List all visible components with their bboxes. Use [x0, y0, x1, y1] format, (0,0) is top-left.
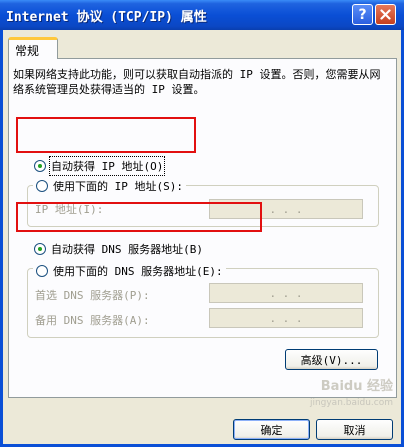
description-text: 如果网络支持此功能，则可以获取自动指派的 IP 设置。否则，您需要从网络系统管理…: [13, 68, 381, 96]
help-button[interactable]: ?: [352, 4, 373, 25]
preferred-dns-field[interactable]: . . .: [209, 283, 363, 303]
radio-ip-manual-indicator: [36, 180, 48, 192]
radio-dns-auto-indicator: [34, 243, 46, 255]
close-icon: [380, 9, 391, 20]
help-icon: ?: [358, 6, 367, 23]
preferred-dns-label: 首选 DNS 服务器(P):: [35, 289, 150, 302]
advanced-button-label: 高级(V)...: [300, 353, 363, 367]
radio-dns-auto-label: 自动获得 DNS 服务器地址(B): [51, 243, 203, 256]
tab-general-label: 常规: [15, 44, 40, 58]
dialog-body: 常规 如果网络支持此功能，则可以获取自动指派的 IP 设置。否则，您需要从网络系…: [0, 30, 404, 447]
radio-dns-manual-label: 使用下面的 DNS 服务器地址(E):: [53, 265, 223, 278]
radio-dns-manual-indicator: [36, 265, 48, 277]
close-button[interactable]: [375, 4, 396, 25]
radio-ip-auto[interactable]: 自动获得 IP 地址(O): [34, 156, 166, 176]
radio-dns-manual[interactable]: 使用下面的 DNS 服务器地址(E):: [33, 263, 226, 279]
radio-ip-manual-label: 使用下面的 IP 地址(S):: [53, 180, 183, 193]
title-bar[interactable]: Internet 协议 (TCP/IP) 属性 ?: [0, 0, 404, 30]
radio-dns-auto[interactable]: 自动获得 DNS 服务器地址(B): [34, 241, 203, 257]
alternate-dns-label: 备用 DNS 服务器(A):: [35, 314, 150, 327]
tab-general[interactable]: 常规: [8, 37, 58, 59]
cancel-button[interactable]: 取消: [316, 419, 393, 440]
cancel-button-label: 取消: [343, 423, 366, 437]
radio-ip-auto-label: 自动获得 IP 地址(O): [48, 156, 166, 176]
highlight-box-ip-auto: [16, 117, 196, 153]
window-title: Internet 协议 (TCP/IP) 属性: [6, 10, 207, 25]
watermark-url: jingyan.baidu.com: [309, 398, 393, 408]
watermark-logo: Baidu 经验: [320, 379, 393, 394]
highlight-box-dns-auto: [16, 202, 262, 232]
radio-ip-manual[interactable]: 使用下面的 IP 地址(S):: [33, 178, 186, 194]
advanced-button[interactable]: 高级(V)...: [285, 349, 378, 370]
alternate-dns-field[interactable]: . . .: [209, 308, 363, 328]
ok-button-label: 确定: [260, 423, 283, 437]
radio-ip-auto-indicator: [34, 160, 46, 172]
ok-button[interactable]: 确定: [233, 419, 310, 440]
